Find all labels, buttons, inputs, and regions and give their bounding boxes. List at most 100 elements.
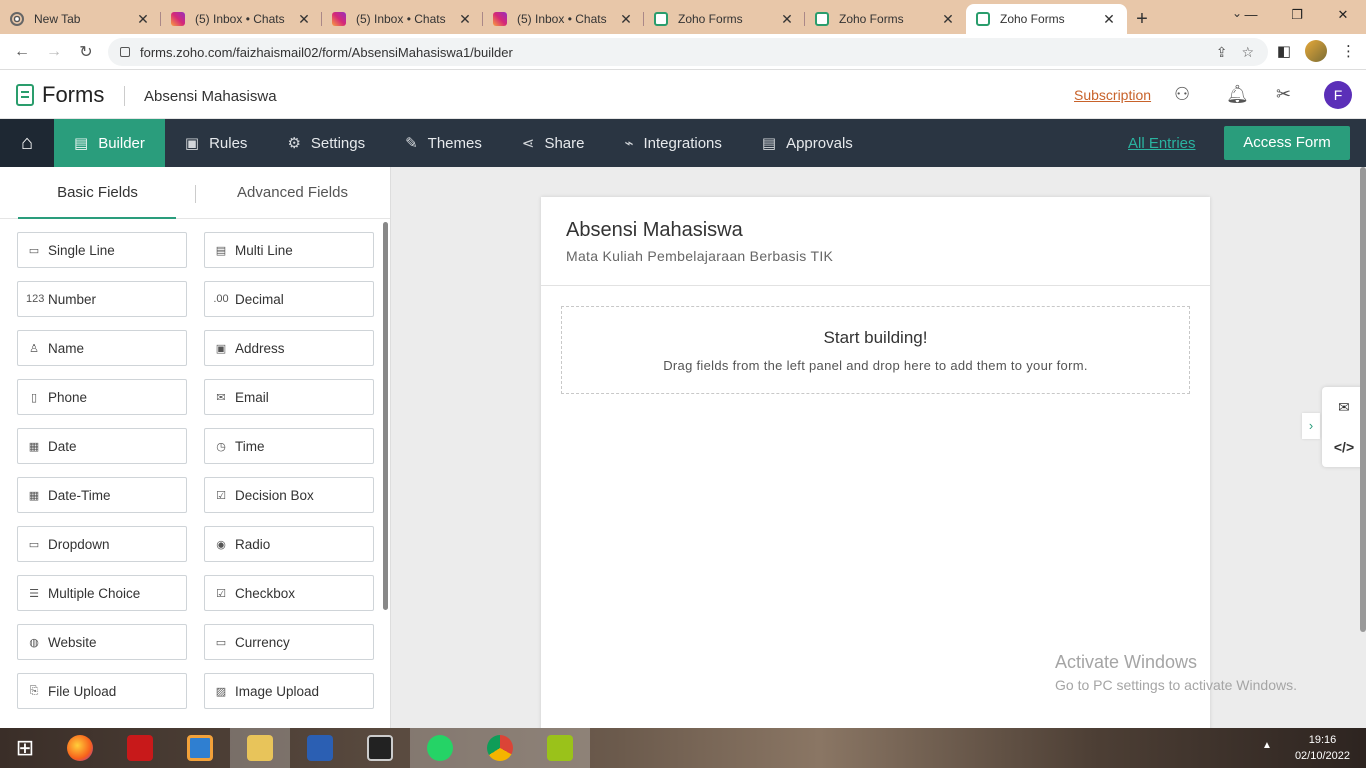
- firefox-icon[interactable]: [50, 728, 110, 768]
- chrome-taskbar-icon[interactable]: [470, 728, 530, 768]
- bell-icon[interactable]: 🔔︎: [1226, 84, 1249, 105]
- field-dropdown[interactable]: ▭ Dropdown: [17, 526, 187, 562]
- close-tab-icon[interactable]: ✕: [296, 11, 312, 28]
- field-image-upload[interactable]: ▨ Image Upload: [204, 673, 374, 709]
- field-label: Checkbox: [235, 585, 296, 601]
- browser-menu-icon[interactable]: ⋮: [1341, 42, 1356, 60]
- back-icon[interactable]: ←: [6, 43, 38, 61]
- tools-icon[interactable]: ✂: [1276, 84, 1291, 105]
- field-single-line[interactable]: ▭ Single Line: [17, 232, 187, 268]
- close-tab-icon[interactable]: ✕: [618, 11, 634, 28]
- nav-rules[interactable]: ▣ Rules: [165, 119, 268, 167]
- media-player-classic-icon[interactable]: [350, 728, 410, 768]
- field-currency[interactable]: ▭ Currency: [204, 624, 374, 660]
- browser-profile-avatar[interactable]: [1305, 40, 1327, 62]
- forward-icon[interactable]: →: [38, 43, 70, 61]
- field-website[interactable]: ◍ Website: [17, 624, 187, 660]
- acrobat-icon[interactable]: [110, 728, 170, 768]
- close-tab-icon[interactable]: ✕: [940, 11, 956, 28]
- browser-tab[interactable]: Zoho Forms ✕: [805, 4, 966, 34]
- nav-builder[interactable]: ▤ Builder: [54, 119, 165, 167]
- tab-basic-fields[interactable]: Basic Fields: [0, 167, 195, 218]
- nav-approvals[interactable]: ▤ Approvals: [742, 119, 873, 167]
- file-explorer-icon[interactable]: [230, 728, 290, 768]
- close-window-icon[interactable]: ✕: [1320, 0, 1366, 30]
- browser-tab[interactable]: (5) Inbox • Chats ✕: [161, 4, 322, 34]
- close-tab-icon[interactable]: ✕: [779, 11, 795, 28]
- date-time-icon: ▦: [28, 489, 40, 502]
- forms-logo[interactable]: Forms: [16, 82, 104, 108]
- nav-themes[interactable]: ✎ Themes: [385, 119, 502, 167]
- multiple-choice-icon: ☰: [29, 587, 39, 600]
- url-field[interactable]: forms.zoho.com/faizhaismail02/form/Absen…: [108, 38, 1268, 66]
- side-panel-icon[interactable]: ◧: [1277, 42, 1291, 60]
- browser-tab[interactable]: (5) Inbox • Chats ✕: [322, 4, 483, 34]
- field-radio[interactable]: ◉ Radio: [204, 526, 374, 562]
- green-triangle-app-icon[interactable]: [530, 728, 590, 768]
- tray-clock[interactable]: 19:16 02/10/2022: [1295, 732, 1350, 764]
- restore-icon[interactable]: ❐: [1274, 0, 1320, 30]
- field-address[interactable]: ▣ Address: [204, 330, 374, 366]
- field-decision-box[interactable]: ☑ Decision Box: [204, 477, 374, 513]
- field-date-time[interactable]: ▦ Date-Time: [17, 477, 187, 513]
- activate-windows-watermark: Activate Windows Go to PC settings to ac…: [1055, 652, 1297, 693]
- subscription-link[interactable]: Subscription: [1074, 87, 1151, 103]
- nav-settings[interactable]: ⚙ Settings: [267, 119, 385, 167]
- zoho-forms-icon: [815, 12, 829, 26]
- field-label: Radio: [235, 536, 271, 552]
- share-page-icon[interactable]: ⇪: [1216, 44, 1228, 61]
- globe-icon: ◍: [29, 636, 39, 649]
- field-label: Email: [235, 389, 269, 405]
- form-title[interactable]: Absensi Mahasiswa: [566, 219, 743, 242]
- bookmark-star-icon[interactable]: ☆: [1241, 44, 1254, 61]
- tab-advanced-fields[interactable]: Advanced Fields: [195, 167, 390, 218]
- browser-tab[interactable]: Zoho Forms ✕: [644, 4, 805, 34]
- rules-icon: ▣: [184, 135, 200, 152]
- field-time[interactable]: ◷ Time: [204, 428, 374, 464]
- whatsapp-icon[interactable]: [410, 728, 470, 768]
- field-multi-line[interactable]: ▤ Multi Line: [204, 232, 374, 268]
- minimize-icon[interactable]: —: [1228, 0, 1274, 30]
- drop-zone[interactable]: Start building! Drag fields from the lef…: [561, 306, 1190, 394]
- field-multiple-choice[interactable]: ☰ Multiple Choice: [17, 575, 187, 611]
- nav-share[interactable]: ⋖ Share: [502, 119, 605, 167]
- form-description[interactable]: Mata Kuliah Pembelajaraan Berbasis TIK: [566, 248, 833, 264]
- field-checkbox[interactable]: ☑ Checkbox: [204, 575, 374, 611]
- word-icon[interactable]: [290, 728, 350, 768]
- field-name[interactable]: ♙ Name: [17, 330, 187, 366]
- field-file-upload[interactable]: ⎘ File Upload: [17, 673, 187, 709]
- access-form-button[interactable]: Access Form: [1224, 126, 1350, 160]
- forms-logo-icon: [16, 84, 34, 106]
- windows-start-icon[interactable]: ⊞: [0, 728, 50, 768]
- close-tab-icon[interactable]: ✕: [457, 11, 473, 28]
- page-scrollbar[interactable]: [1360, 167, 1366, 632]
- team-icon[interactable]: ⚇: [1174, 84, 1190, 105]
- field-email[interactable]: ✉ Email: [204, 379, 374, 415]
- app-header: Forms Absensi Mahasiswa Subscription ⚇ 🔔…: [0, 70, 1366, 119]
- chevron-right-icon[interactable]: ›: [1302, 413, 1320, 439]
- close-tab-icon[interactable]: ✕: [1101, 11, 1117, 28]
- address-bar: ← → ↻ forms.zoho.com/faizhaismail02/form…: [0, 34, 1366, 70]
- email-icon: ✉: [216, 391, 226, 404]
- browser-tab-active[interactable]: Zoho Forms ✕: [966, 4, 1127, 34]
- drop-zone-description: Drag fields from the left panel and drop…: [663, 358, 1088, 373]
- new-tab-icon[interactable]: +: [1127, 4, 1157, 34]
- browser-tab[interactable]: New Tab ✕: [0, 4, 161, 34]
- field-label: Date: [48, 438, 77, 454]
- zoho-forms-icon: [976, 12, 990, 26]
- browser-tab[interactable]: (5) Inbox • Chats ✕: [483, 4, 644, 34]
- field-number[interactable]: 123 Number: [17, 281, 187, 317]
- media-player-icon[interactable]: [170, 728, 230, 768]
- close-tab-icon[interactable]: ✕: [135, 11, 151, 28]
- home-icon[interactable]: ⌂: [0, 119, 54, 167]
- field-phone[interactable]: ▯ Phone: [17, 379, 187, 415]
- field-decimal[interactable]: .00 Decimal: [204, 281, 374, 317]
- field-date[interactable]: ▦ Date: [17, 428, 187, 464]
- reload-icon[interactable]: ↻: [70, 42, 102, 62]
- fields-panel: Basic Fields Advanced Fields ▭ Single Lin…: [0, 167, 391, 728]
- user-avatar[interactable]: F: [1324, 81, 1352, 109]
- tray-chevron-up-icon[interactable]: ▲: [1262, 740, 1272, 751]
- panel-scrollbar[interactable]: [383, 222, 388, 610]
- all-entries-link[interactable]: All Entries: [1128, 135, 1196, 152]
- nav-integrations[interactable]: ⌁ Integrations: [604, 119, 741, 167]
